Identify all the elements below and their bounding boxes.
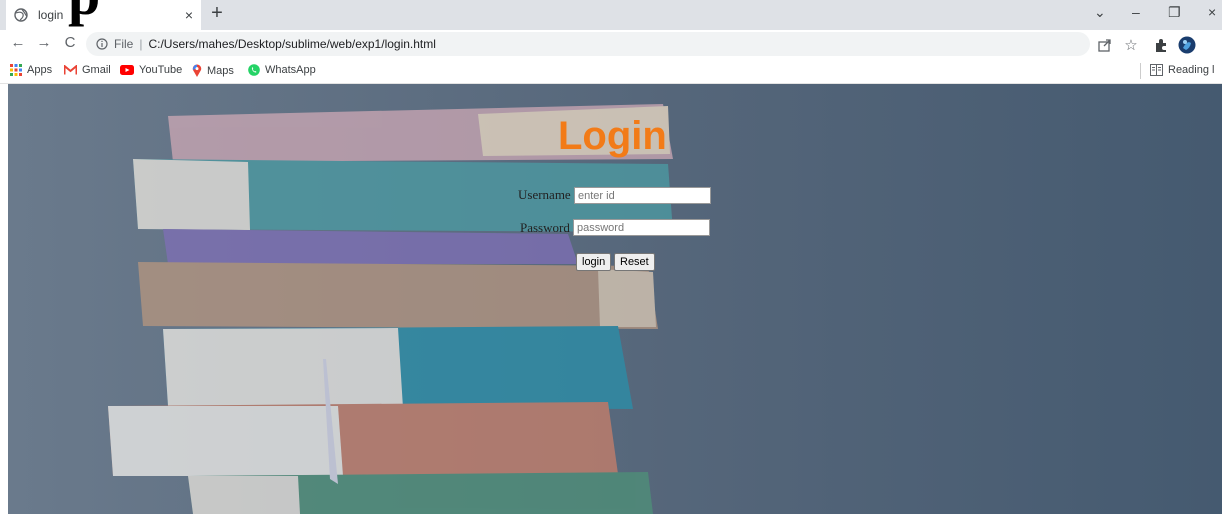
tab-title: login: [38, 8, 64, 22]
youtube-icon: [120, 65, 134, 75]
bookmark-label: Gmail: [82, 64, 111, 76]
toolbar: ← → C File | C:/Users/mahes/Desktop/subl…: [0, 30, 1222, 58]
username-input[interactable]: [574, 187, 711, 204]
bookmarks-divider: [1140, 63, 1141, 79]
forward-arrow-icon[interactable]: →: [34, 34, 54, 51]
bookmark-label: WhatsApp: [265, 64, 316, 76]
password-input[interactable]: [573, 219, 710, 236]
bookmark-youtube[interactable]: YouTube: [120, 64, 182, 76]
tab-login[interactable]: login ×: [6, 0, 201, 30]
back-arrow-icon[interactable]: ←: [8, 34, 28, 51]
maps-pin-icon: [192, 64, 202, 77]
reset-button[interactable]: Reset: [614, 253, 655, 271]
overlay-text-fragment: p: [68, 0, 100, 24]
extensions-icon[interactable]: [1152, 36, 1170, 54]
bookmark-apps[interactable]: Apps: [10, 64, 52, 76]
minimize-button[interactable]: –: [1132, 4, 1140, 20]
reading-list-button[interactable]: Reading l: [1150, 64, 1214, 76]
page-title: Login: [558, 114, 667, 158]
share-icon[interactable]: [1096, 36, 1114, 54]
gmail-icon: [64, 65, 77, 75]
tab-close-icon[interactable]: ×: [177, 7, 201, 23]
globe-icon: [14, 8, 28, 22]
apps-grid-icon: [10, 64, 22, 76]
bookmark-star-icon[interactable]: ☆: [1122, 36, 1140, 54]
bookmark-whatsapp[interactable]: WhatsApp: [248, 64, 316, 76]
tab-search-icon[interactable]: ⌄: [1094, 4, 1106, 21]
reading-list-icon: [1150, 64, 1163, 76]
url-separator: |: [139, 37, 143, 51]
new-tab-button[interactable]: +: [206, 2, 228, 25]
bookmarks-bar: Apps Gmail YouTube Maps WhatsApp Reading…: [0, 58, 1222, 84]
profile-avatar-icon[interactable]: [1178, 36, 1196, 54]
login-button[interactable]: login: [576, 253, 612, 271]
page-viewport: Login Username Password login Reset: [8, 84, 1222, 514]
close-window-button[interactable]: ×: [1208, 4, 1216, 20]
username-label: Username: [518, 187, 571, 202]
tab-strip: login × + ⌄ – ❐ ×: [0, 0, 1222, 30]
bookmark-label: Apps: [27, 64, 53, 76]
url-text[interactable]: C:/Users/mahes/Desktop/sublime/web/exp1/…: [148, 37, 435, 51]
whatsapp-icon: [248, 64, 260, 76]
password-label: Password: [520, 220, 570, 235]
bookmark-label: Maps: [207, 64, 234, 77]
bookmark-label: YouTube: [139, 64, 183, 76]
restore-button[interactable]: ❐: [1168, 4, 1181, 21]
reload-icon[interactable]: C: [60, 34, 80, 51]
info-icon[interactable]: [96, 38, 108, 50]
bookmark-gmail[interactable]: Gmail: [64, 64, 111, 76]
file-scheme-label: File: [114, 37, 134, 51]
bookmark-maps[interactable]: Maps: [192, 64, 234, 77]
address-bar[interactable]: File | C:/Users/mahes/Desktop/sublime/we…: [86, 32, 1090, 56]
reading-list-label: Reading l: [1168, 64, 1215, 76]
